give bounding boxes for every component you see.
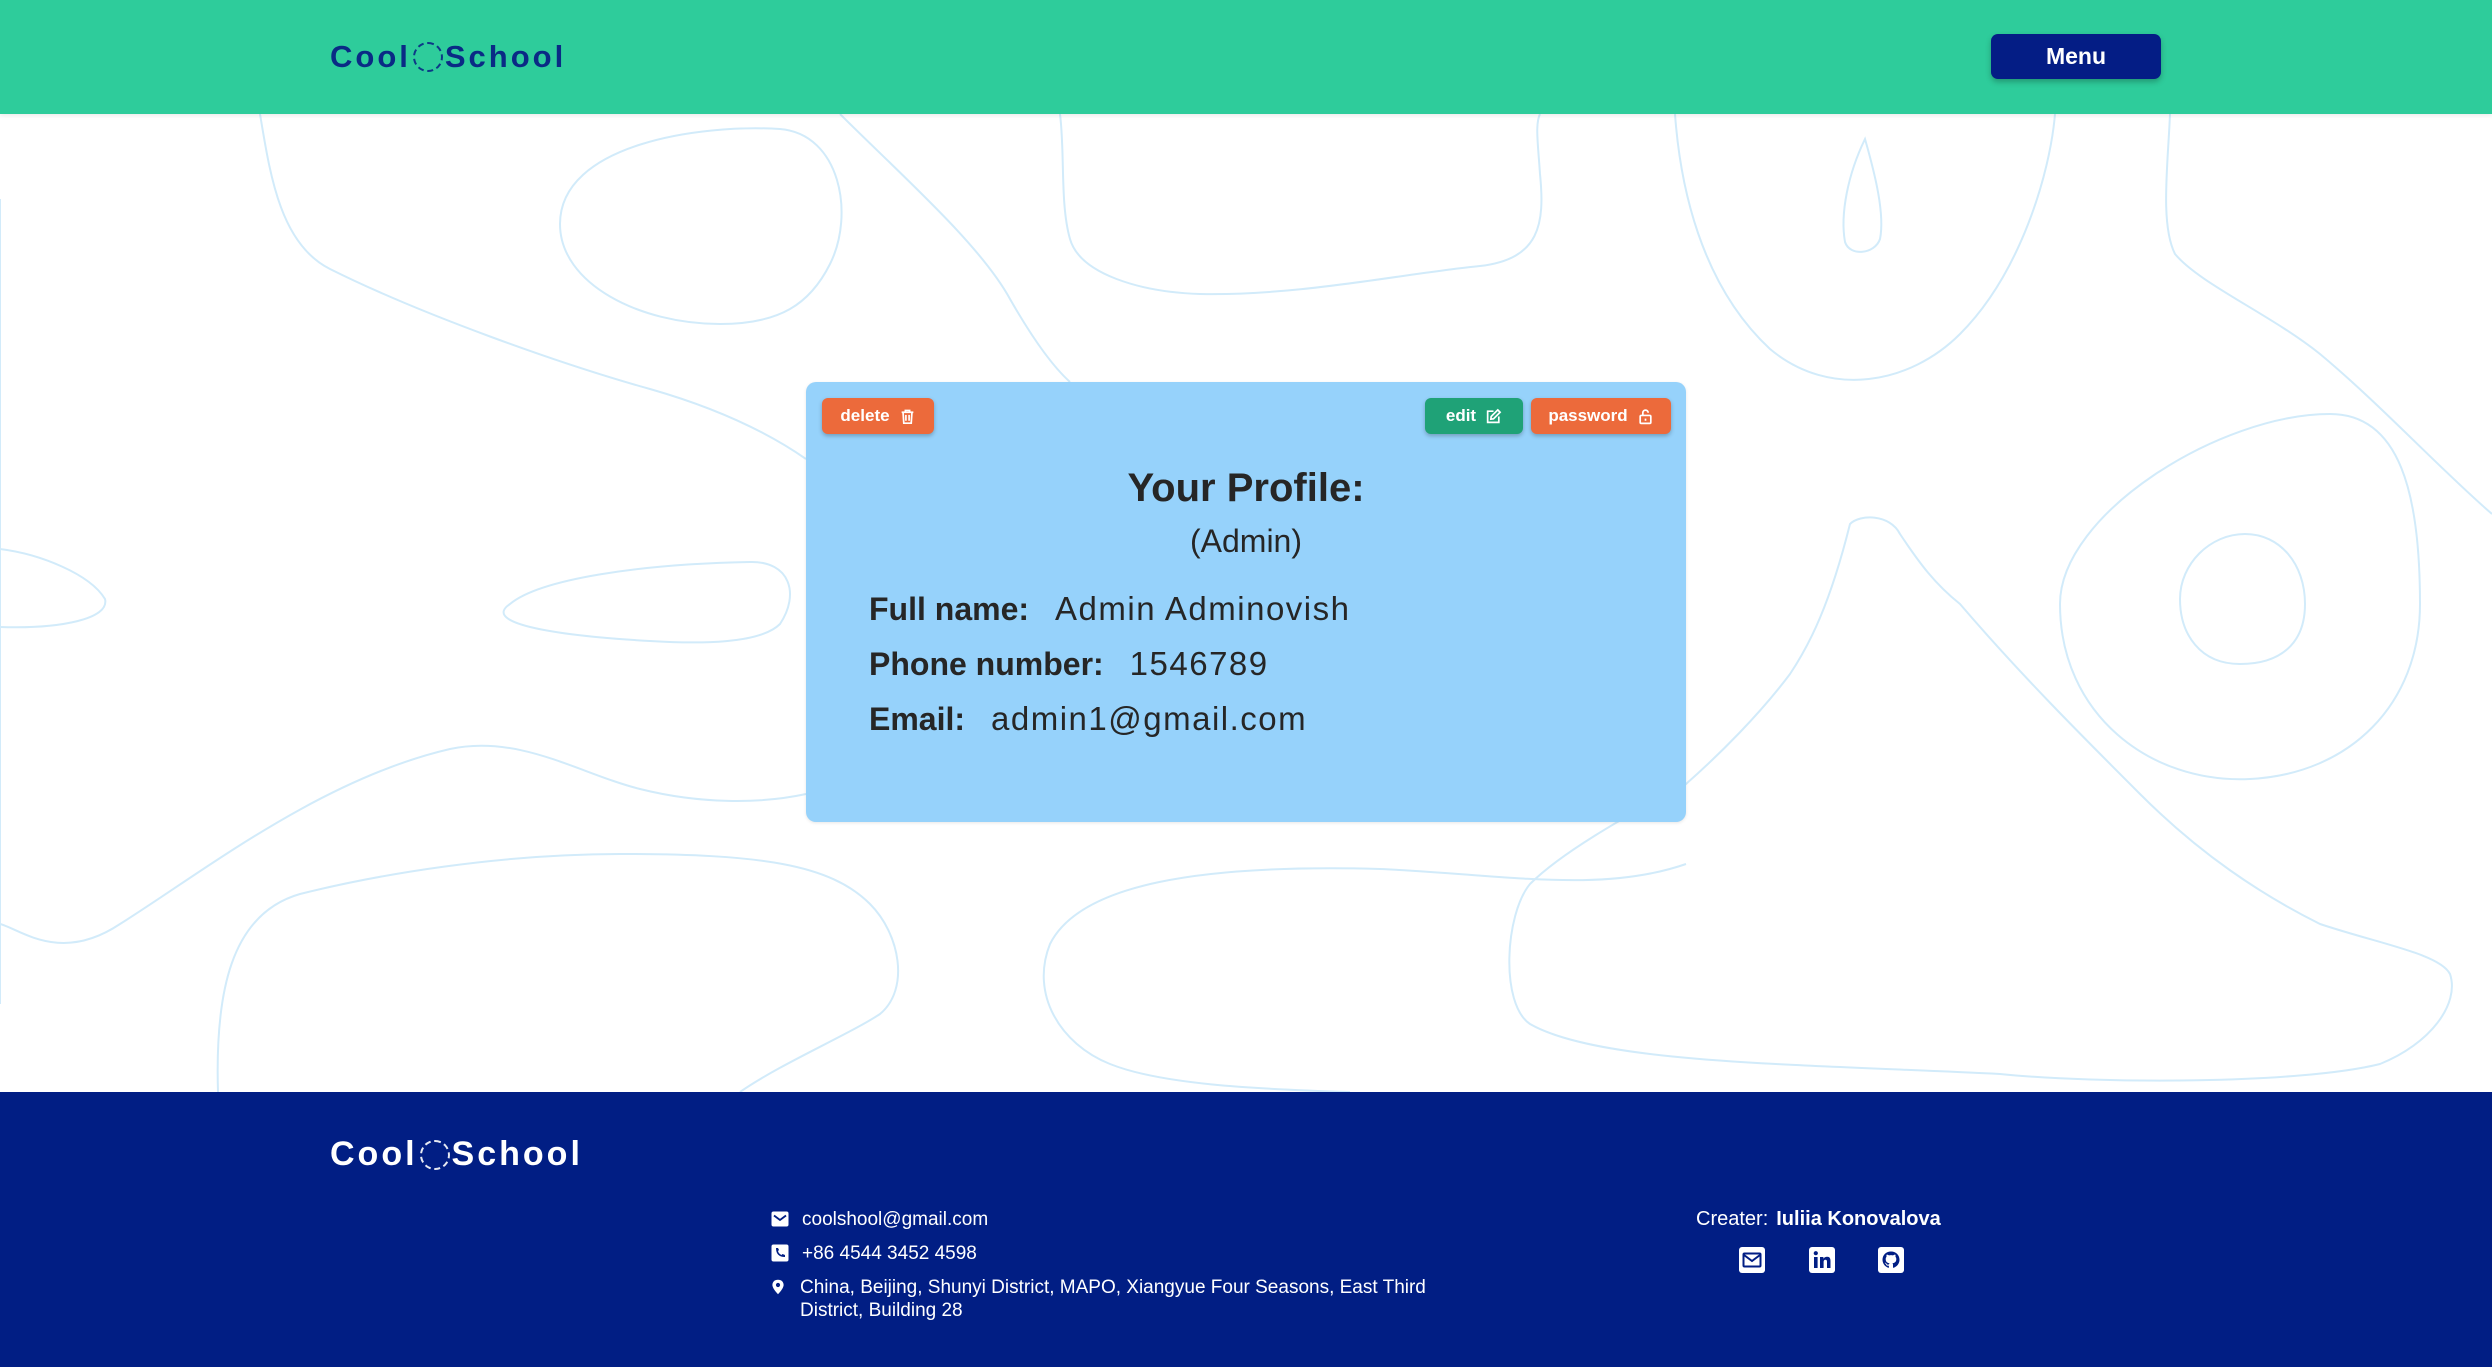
footer-logo[interactable]: Cool School <box>330 1135 583 1174</box>
profile-field-email: Email: admin1@gmail.com <box>869 700 1307 738</box>
footer-email-text: coolshool@gmail.com <box>802 1209 989 1230</box>
password-button[interactable]: password <box>1531 398 1671 434</box>
field-label: Phone number: <box>869 646 1104 682</box>
trash-icon <box>901 409 913 424</box>
field-value: admin1@gmail.com <box>991 700 1308 737</box>
logo-text-right: School <box>451 1135 583 1173</box>
delete-label: delete <box>840 406 890 425</box>
profile-field-full-name: Full name: Admin Adminovish <box>869 590 1350 628</box>
creator-label: Creater: <box>1696 1208 1769 1230</box>
footer-phone-text: +86 4544 3452 4598 <box>802 1243 977 1264</box>
field-value: 1546789 <box>1129 645 1269 682</box>
unlock-icon <box>1639 408 1652 424</box>
field-label: Full name: <box>869 591 1030 627</box>
field-value: Admin Adminovish <box>1055 590 1351 627</box>
creator-name: Iuliia Konovalova <box>1776 1208 1941 1230</box>
footer-creator: Creater: Iuliia Konovalova <box>1696 1208 1941 1231</box>
profile-card: delete edit password Your Profile: (Admi… <box>806 382 1686 822</box>
logo[interactable]: Cool School <box>330 36 566 78</box>
logo-text-left: Cool <box>330 39 411 74</box>
profile-title: Your Profile: <box>1127 466 1365 510</box>
footer-address: China, Beijing, Shunyi District, MAPO, X… <box>770 1276 1450 1322</box>
delete-button[interactable]: delete <box>822 398 934 434</box>
password-label: password <box>1548 406 1628 425</box>
location-pin-icon <box>772 1279 784 1295</box>
edit-icon <box>1486 408 1502 423</box>
edit-button[interactable]: edit <box>1425 398 1523 434</box>
phone-icon <box>771 1244 789 1262</box>
footer: Cool School <box>0 1092 2492 1367</box>
logo-text-right: School <box>444 39 567 74</box>
footer-address-text: China, Beijing, Shunyi District, MAPO, X… <box>800 1277 1426 1321</box>
footer-phone[interactable]: +86 4544 3452 4598 <box>770 1242 977 1265</box>
profile-field-phone: Phone number: 1546789 <box>869 645 1269 683</box>
profile-role: (Admin) <box>1189 523 1302 559</box>
globe-icon <box>419 1139 450 1170</box>
logo-text-left: Cool <box>330 1135 418 1173</box>
envelope-icon <box>771 1211 789 1227</box>
envelope-icon[interactable] <box>1738 1246 1766 1274</box>
globe-icon <box>412 42 443 72</box>
header-bar: Cool School Menu <box>0 0 2492 114</box>
linkedin-icon[interactable] <box>1808 1246 1836 1274</box>
github-icon[interactable] <box>1877 1246 1905 1274</box>
edit-label: edit <box>1445 406 1477 425</box>
footer-email[interactable]: coolshool@gmail.com <box>770 1208 988 1231</box>
field-label: Email: <box>869 701 966 737</box>
menu-button[interactable]: Menu <box>1991 34 2161 79</box>
